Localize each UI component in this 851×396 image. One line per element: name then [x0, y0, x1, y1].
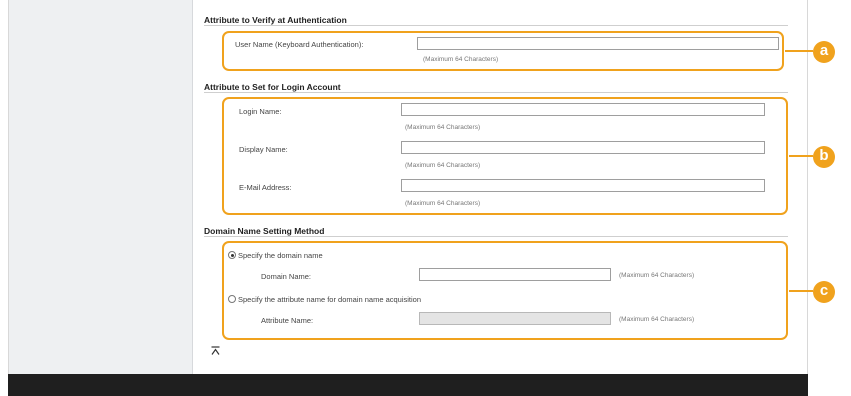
callout-connector-a: [785, 50, 813, 52]
specify-attribute-label: Specify the attribute name for domain na…: [238, 295, 422, 304]
domain-name-hint: (Maximum 64 Characters): [619, 272, 695, 279]
email-hint: (Maximum 64 Characters): [405, 200, 481, 207]
user-name-input[interactable]: [417, 37, 779, 50]
section-divider: [204, 25, 788, 26]
login-name-input[interactable]: [401, 103, 765, 116]
callout-badge-a: a: [813, 41, 835, 63]
login-name-label: Login Name:: [239, 107, 282, 116]
bottom-bar: [8, 374, 808, 396]
display-name-hint: (Maximum 64 Characters): [405, 162, 481, 169]
domain-name-label: Domain Name:: [261, 272, 312, 281]
callout-connector-c: [789, 290, 813, 292]
specify-domain-label: Specify the domain name: [238, 251, 323, 260]
section-title-domain: Domain Name Setting Method: [204, 226, 325, 236]
attribute-name-input: [419, 312, 611, 325]
left-panel: [9, 0, 193, 374]
display-name-label: Display Name:: [239, 145, 288, 154]
email-input[interactable]: [401, 179, 765, 192]
section-divider: [204, 236, 788, 237]
section-divider: [204, 92, 788, 93]
domain-name-input[interactable]: [419, 268, 611, 281]
user-name-hint: (Maximum 64 Characters): [423, 56, 499, 63]
attribute-name-hint: (Maximum 64 Characters): [619, 316, 695, 323]
email-label: E-Mail Address:: [239, 183, 292, 192]
specify-domain-radio[interactable]: [228, 251, 236, 259]
section-title-verify: Attribute to Verify at Authentication: [204, 15, 347, 25]
login-name-hint: (Maximum 64 Characters): [405, 124, 481, 131]
callout-badge-c: c: [813, 281, 835, 303]
attribute-name-label: Attribute Name:: [261, 316, 314, 325]
scroll-to-top-icon[interactable]: [211, 346, 220, 356]
specify-attribute-radio[interactable]: [228, 295, 236, 303]
display-name-input[interactable]: [401, 141, 765, 154]
user-name-label: User Name (Keyboard Authentication):: [235, 40, 364, 49]
callout-connector-b: [789, 155, 813, 157]
section-title-login: Attribute to Set for Login Account: [204, 82, 341, 92]
callout-badge-b: b: [813, 146, 835, 168]
